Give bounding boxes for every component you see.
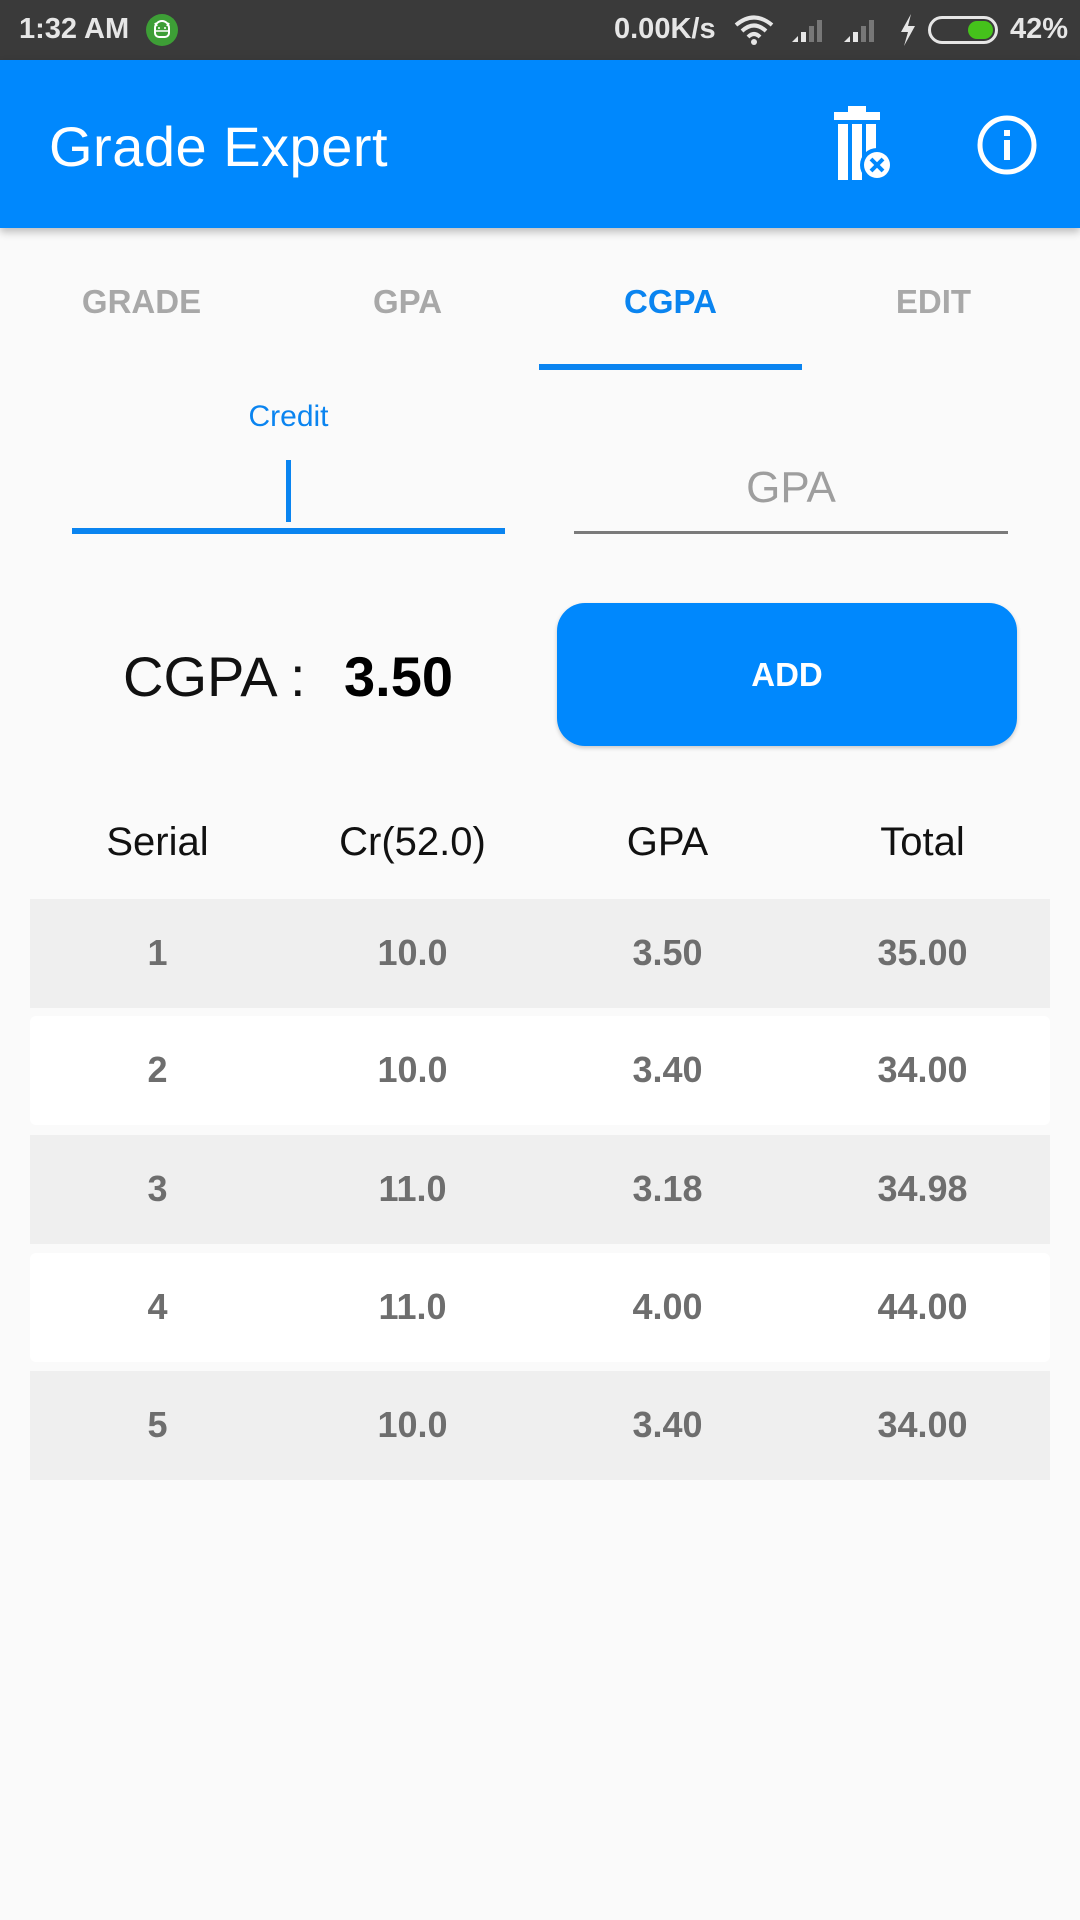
cell-total: 34.00 (877, 1404, 968, 1445)
wifi-icon (734, 14, 774, 54)
credit-field: Credit (72, 400, 505, 534)
cell-gpa: 3.40 (632, 1404, 703, 1445)
cell-credit: 11.0 (378, 1168, 447, 1209)
table-header: Serial Cr(52.0) GPA Total (30, 820, 1050, 880)
cell-gpa: 3.18 (632, 1168, 703, 1209)
tab-grade[interactable]: GRADE (10, 228, 273, 372)
add-button[interactable]: ADD (557, 603, 1017, 746)
signal-icon (790, 16, 830, 52)
cell-gpa: 3.40 (632, 1049, 703, 1090)
cell-total: 35.00 (877, 932, 968, 973)
cell-serial: 3 (147, 1168, 168, 1209)
battery-level-fill (968, 21, 993, 39)
status-bar: 1:32 AM 0.00K/s 42% (0, 0, 1080, 60)
app-bar: Grade Expert (0, 60, 1080, 228)
battery-percent: 42% (1010, 13, 1069, 45)
credit-label: Credit (248, 400, 329, 433)
cell-credit: 10.0 (377, 932, 448, 973)
table-row[interactable]: 3 11.0 3.18 34.98 (30, 1135, 1050, 1244)
gpa-field (574, 400, 1008, 534)
header-total: Total (880, 820, 965, 864)
android-notification-icon (146, 14, 178, 46)
cell-serial: 1 (147, 932, 168, 973)
tab-gpa[interactable]: GPA (276, 228, 539, 372)
charging-icon (898, 14, 918, 54)
trash-clear-icon[interactable] (830, 106, 902, 191)
header-serial: Serial (106, 820, 209, 864)
cell-serial: 4 (147, 1286, 168, 1327)
cgpa-label: CGPA : (123, 645, 306, 708)
cell-serial: 2 (147, 1049, 168, 1090)
cgpa-value: 3.50 (344, 645, 453, 708)
cell-credit: 10.0 (377, 1049, 448, 1090)
info-icon[interactable] (976, 114, 1038, 181)
app-title: Grade Expert (49, 115, 389, 178)
header-credit: Cr(52.0) (339, 820, 486, 864)
table-row[interactable]: 2 10.0 3.40 34.00 (30, 1016, 1050, 1125)
network-speed: 0.00K/s (614, 13, 716, 45)
battery-icon (928, 16, 998, 44)
table-row[interactable]: 4 11.0 4.00 44.00 (30, 1253, 1050, 1362)
tab-cgpa[interactable]: CGPA (539, 228, 802, 372)
cell-credit: 11.0 (378, 1286, 447, 1327)
active-tab-indicator (539, 364, 802, 370)
cell-credit: 10.0 (377, 1404, 448, 1445)
cell-total: 34.98 (877, 1168, 968, 1209)
header-gpa: GPA (626, 820, 709, 864)
cell-total: 44.00 (877, 1286, 968, 1327)
tab-edit[interactable]: EDIT (802, 228, 1065, 372)
table-row[interactable]: 5 10.0 3.40 34.00 (30, 1371, 1050, 1480)
cell-gpa: 3.50 (632, 932, 703, 973)
cell-total: 34.00 (877, 1049, 968, 1090)
cell-gpa: 4.00 (632, 1286, 703, 1327)
text-cursor (286, 460, 291, 522)
tab-bar: GRADE GPA CGPA EDIT (0, 228, 1080, 372)
gpa-input[interactable] (574, 434, 1008, 534)
status-time: 1:32 AM (19, 13, 130, 45)
cell-serial: 5 (147, 1404, 168, 1445)
signal-icon (842, 16, 882, 52)
table-row[interactable]: 1 10.0 3.50 35.00 (30, 899, 1050, 1008)
